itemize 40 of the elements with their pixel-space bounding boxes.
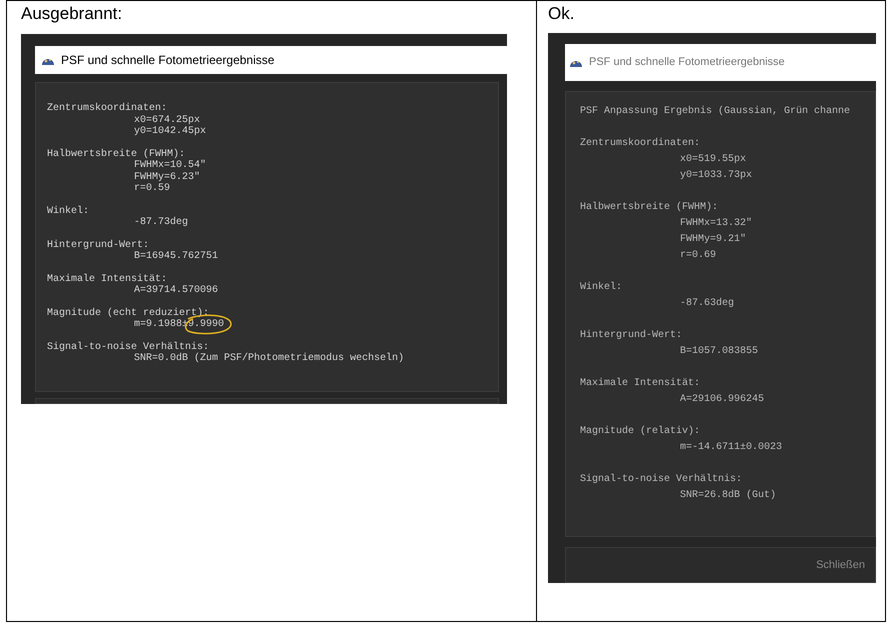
result-heading: Magnitude (relativ): <box>580 424 702 439</box>
result-value: A=29106.996245 <box>680 393 764 407</box>
result-heading: Maximale Intensität: <box>47 274 168 285</box>
result-heading: Signal-to-noise Verhältnis: <box>580 472 744 487</box>
result-value: FWHMx=10.54" <box>134 160 206 172</box>
result-value: A=39714.570096 <box>134 285 218 296</box>
result-title: PSF Anpassung Ergebnis (Gaussian, Grün channe <box>580 104 852 119</box>
result-heading: Hintergrund-Wert: <box>580 328 684 343</box>
result-heading: Halbwertsbreite (FWHM): <box>580 200 720 215</box>
close-button[interactable]: Schließen <box>816 556 865 574</box>
result-value: B=1057.083855 <box>680 345 758 359</box>
result-heading: Zentrumskoordinaten: <box>47 103 168 114</box>
result-value: r=0.69 <box>680 249 716 263</box>
highlighted-value: 9.9990 <box>188 319 224 330</box>
dialog-title: PSF und schnelle Fotometrieergebnisse <box>61 52 274 69</box>
result-value: x0=674.25px <box>134 114 200 126</box>
result-heading: Winkel: <box>580 280 624 295</box>
result-value: -87.73deg <box>134 217 188 228</box>
result-value: -87.63deg <box>680 296 734 311</box>
result-heading: Magnitude (echt reduziert): <box>47 308 210 319</box>
result-value: r=0.59 <box>134 183 170 194</box>
result-value: FWHMy=9.21" <box>680 232 746 247</box>
result-heading: Halbwertsbreite (FWHM): <box>47 148 186 160</box>
result-value: B=16945.762751 <box>134 251 218 262</box>
result-heading: Hintergrund-Wert: <box>47 240 150 251</box>
result-value: SNR=0.0dB (Zum PSF/Photometriemodus wechseln) <box>134 353 404 364</box>
cell-caption: Ok. <box>547 3 576 24</box>
result-heading: Winkel: <box>47 206 90 217</box>
result-heading: Maximale Intensität: <box>580 376 702 391</box>
result-value: FWHMy=6.23" <box>134 172 200 183</box>
result-value: x0=519.55px <box>680 153 746 167</box>
result-value: m=-14.6711±0.0023 <box>680 441 782 455</box>
result-value: y0=1033.73px <box>680 169 752 183</box>
result-heading: Zentrumskoordinaten: <box>580 136 702 151</box>
dialog-title: PSF und schnelle Fotometrieergebnisse <box>589 55 785 70</box>
result-heading: Signal-to-noise Verhältnis: <box>47 342 210 352</box>
result-value: FWHMx=13.32" <box>680 216 752 231</box>
result-value: y0=1042.45px <box>134 126 206 138</box>
result-value: SNR=26.8dB (Gut) <box>680 488 776 503</box>
cell-caption: Ausgebrannt: <box>20 3 124 24</box>
